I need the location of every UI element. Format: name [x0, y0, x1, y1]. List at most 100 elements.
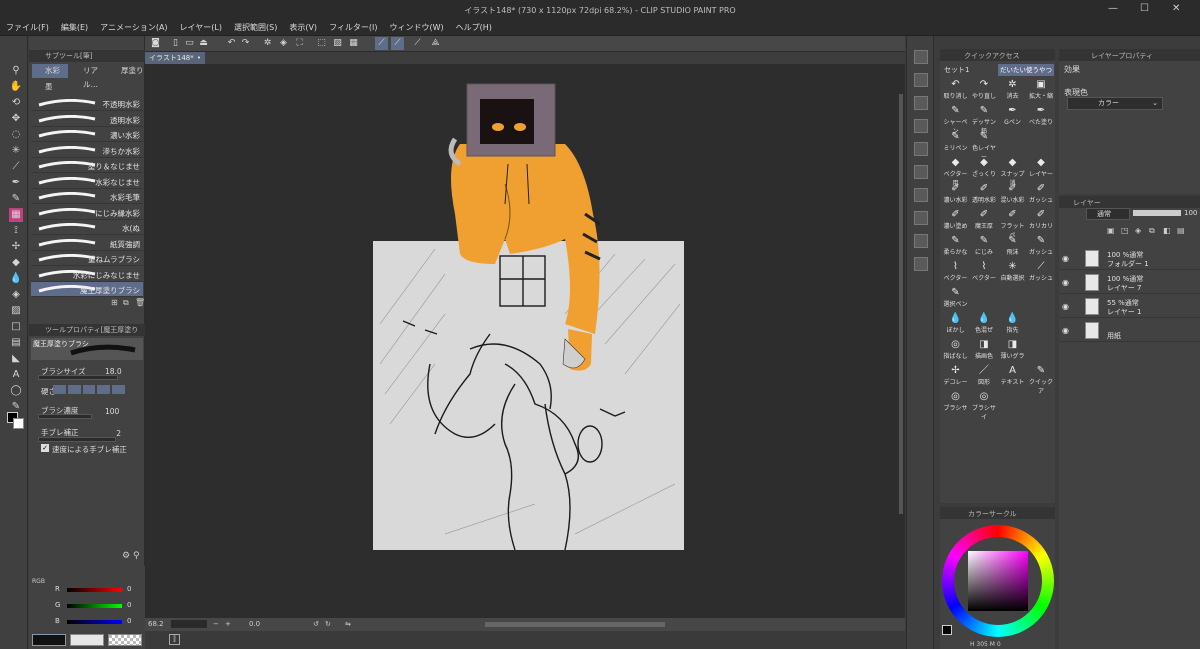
quick-access-item[interactable]: ↶ 取り消し — [941, 79, 970, 101]
rotate-right-icon[interactable]: ↻ — [325, 618, 331, 631]
palette-color-icon[interactable]: ◧ — [1163, 226, 1171, 235]
maximize-icon[interactable]: ☐ — [1140, 3, 1149, 14]
text-tool-icon[interactable]: A — [9, 368, 23, 382]
quick-access-item[interactable]: ◆ レイヤー — [1027, 157, 1056, 179]
brush-item[interactable]: 重ねムラブラシ — [31, 251, 143, 266]
blend-mode-select[interactable]: 通常 — [1086, 208, 1130, 220]
horizontal-scrollbar[interactable] — [485, 622, 665, 627]
brush-item[interactable]: 魔王厚塗りブラシ — [31, 282, 143, 297]
quick-access-item[interactable] — [1027, 391, 1056, 413]
quick-access-item[interactable]: 💧 ぼかし — [941, 313, 970, 335]
brush-item[interactable]: にじみ縁水彩 — [31, 205, 143, 220]
item-bank-icon[interactable] — [914, 96, 928, 110]
eraser-tool-icon[interactable]: ◆ — [9, 256, 23, 270]
quick-access-item[interactable]: ✐ ガッシュ — [1027, 183, 1056, 205]
material-download-icon[interactable] — [914, 257, 928, 271]
saturation-brightness-box[interactable] — [968, 551, 1028, 611]
copy-subtool-icon[interactable]: ⧉ — [123, 298, 129, 308]
hand-tool-icon[interactable]: ✋ — [9, 80, 23, 94]
quick-access-item[interactable]: ◆ ざっくり — [970, 157, 999, 179]
quick-access-item[interactable]: ✒ Gペン — [998, 105, 1027, 127]
redo-icon[interactable]: ↷ — [239, 37, 252, 50]
quick-access-item[interactable]: A テキスト — [998, 365, 1027, 387]
reference-icon[interactable]: ◈ — [1135, 226, 1141, 235]
brush-item[interactable]: 透明水彩 — [31, 112, 143, 127]
balloon-tool-icon[interactable]: ◯ — [9, 384, 23, 398]
search-icon[interactable]: ⚲ — [133, 551, 140, 561]
rotate-left-icon[interactable]: ↺ — [313, 618, 319, 631]
visibility-eye-icon[interactable]: ◉ — [1062, 302, 1070, 311]
settings-command-icon[interactable]: ⟁ — [429, 37, 442, 50]
invert-select-icon[interactable]: ▨ — [331, 37, 344, 50]
menu-item-0[interactable]: ファイル(F) — [0, 20, 55, 35]
flip-icon[interactable]: ⇋ — [345, 618, 351, 631]
quick-access-item[interactable] — [998, 131, 1027, 153]
quick-access-item[interactable]: ✎ 色レイヤー — [970, 131, 999, 161]
quick-access-item[interactable]: ◨ 描画色 — [970, 339, 999, 361]
opacity-value[interactable]: 100 — [1184, 209, 1197, 217]
quick-access-item[interactable]: ✎ デッサン鉛 — [970, 105, 999, 135]
tab-watercolor[interactable]: 水彩 — [32, 64, 68, 78]
navigator-icon[interactable]: ⫿ — [169, 634, 180, 645]
quick-access-item[interactable] — [1027, 287, 1056, 309]
blend-tool-icon[interactable]: 💧 — [9, 272, 23, 286]
quick-access-item[interactable]: ✐ 濃い水彩 — [941, 183, 970, 205]
close-tab-icon[interactable]: • — [197, 52, 201, 64]
fill-tool-icon[interactable]: ◈ — [9, 288, 23, 302]
snap-grid-icon[interactable]: ⟋ — [411, 37, 424, 50]
open-file-icon[interactable]: ▭ — [183, 37, 196, 50]
brush-item[interactable]: 水彩なじませ — [31, 174, 143, 189]
quick-access-item[interactable]: ✐ 魔王厚 — [970, 209, 999, 231]
brush-item[interactable]: 濃い水彩 — [31, 127, 143, 142]
clear-icon[interactable]: ✲ — [261, 37, 274, 50]
blue-slider[interactable]: B 0 — [43, 617, 143, 627]
stabilization-value[interactable]: 2 — [113, 429, 121, 438]
decoration-tool-icon[interactable]: ✢ — [9, 240, 23, 254]
canvas-area[interactable] — [145, 64, 905, 618]
sub-color-swatch[interactable] — [13, 418, 24, 429]
quick-access-item[interactable]: ⌇ ベクター — [941, 261, 970, 283]
layer-search-icon[interactable] — [914, 165, 928, 179]
snap-ruler-icon[interactable]: ⟋ — [375, 37, 388, 50]
stabilization-slider[interactable] — [38, 437, 116, 442]
quick-access-item[interactable]: ✎ シャーペン — [941, 105, 970, 135]
material-color-icon[interactable] — [914, 211, 928, 225]
quick-access-item[interactable]: ✲ 消去 — [998, 79, 1027, 101]
settings-icon[interactable]: ⚙ — [122, 551, 130, 561]
menu-item-4[interactable]: 選択範囲(S) — [228, 20, 283, 35]
deselect-icon[interactable]: ⬚ — [315, 37, 328, 50]
quick-access-item[interactable]: 💧 指先 — [998, 313, 1027, 335]
quick-access-item[interactable]: ◎ ブラシサ — [941, 391, 970, 413]
quick-access-item[interactable]: ⌇ ベクター — [970, 261, 999, 283]
quick-access-item[interactable] — [998, 287, 1027, 309]
quick-access-item[interactable] — [1027, 131, 1056, 153]
save-icon[interactable]: ⏏ — [197, 37, 210, 50]
quick-access-item[interactable]: ▣ 拡大・縮 — [1027, 79, 1056, 101]
select-layer-icon[interactable]: ▦ — [347, 37, 360, 50]
quick-access-item[interactable]: ✒ べた塗り — [1027, 105, 1056, 127]
green-slider[interactable]: G 0 — [43, 601, 143, 611]
brush-item[interactable]: 水(ぬ — [31, 220, 143, 235]
opacity-slider[interactable] — [1133, 210, 1181, 216]
visibility-eye-icon[interactable]: ◉ — [1062, 326, 1070, 335]
quick-access-item[interactable] — [970, 287, 999, 309]
quick-access-item[interactable]: ◎ ブラシサイ — [970, 391, 999, 421]
rotate-tool-icon[interactable]: ⟲ — [9, 96, 23, 110]
main-color-chip[interactable] — [32, 634, 66, 646]
cc-main-color[interactable] — [942, 625, 952, 635]
quick-access-item[interactable]: ◎ 指ばなし — [941, 339, 970, 361]
tab-document[interactable]: イラスト148* • — [145, 52, 205, 64]
brush-tool-icon[interactable]: ▦ — [9, 208, 23, 222]
quick-access-item[interactable] — [1027, 313, 1056, 335]
quick-access-item[interactable]: ✐ 透明水彩 — [970, 183, 999, 205]
tab-real[interactable]: リアル… — [70, 64, 106, 89]
zoom-tool-icon[interactable]: ⚲ — [9, 64, 23, 78]
brush-item[interactable]: 塗り＆なじませ — [31, 158, 143, 173]
quick-access-item[interactable]: ✎ 飛沫 — [998, 235, 1027, 257]
frame-tool-icon[interactable]: ▤ — [9, 336, 23, 350]
quick-access-item[interactable]: ◨ 薄いグラ — [998, 339, 1027, 361]
quick-access-item[interactable]: ✐ フラットペ — [998, 209, 1027, 239]
layer-row[interactable]: ◉ 用紙 — [1059, 320, 1200, 342]
close-icon[interactable]: ✕ — [1172, 3, 1180, 14]
quick-access-item[interactable]: ✐ 混い水彩 — [998, 183, 1027, 205]
